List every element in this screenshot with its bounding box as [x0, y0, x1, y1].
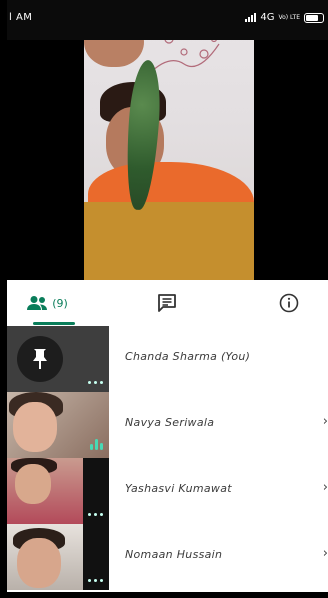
presenter-video-feed [84, 12, 254, 280]
tab-info[interactable] [269, 280, 309, 326]
speaking-indicator-icon [90, 439, 103, 450]
participant-count: (9) [52, 296, 68, 310]
chat-icon [158, 294, 176, 312]
participant-face [17, 538, 61, 588]
tab-chat[interactable] [147, 280, 187, 326]
presenter-outfit [84, 202, 254, 280]
pin-icon [33, 349, 47, 369]
info-icon [279, 293, 299, 313]
participant-thumbnail [7, 458, 109, 524]
pin-avatar [17, 336, 63, 382]
participant-row[interactable]: Chanda Sharma (You) [7, 326, 328, 392]
participant-thumbnail [7, 524, 109, 590]
more-options-icon[interactable] [88, 381, 103, 384]
participant-name: Yashasvi Kumawat [125, 482, 232, 495]
volte-indicator: Vo) LTE [278, 14, 300, 21]
more-options-icon[interactable] [88, 579, 103, 582]
status-bar: l AM 4G Vo) LTE [7, 0, 328, 40]
chevron-right-icon[interactable]: › [323, 414, 328, 429]
chevron-right-icon[interactable]: › [323, 480, 328, 495]
active-tab-indicator [33, 322, 75, 325]
participant-name: Chanda Sharma (You) [125, 350, 251, 363]
participant-name: Nomaan Hussain [125, 548, 223, 561]
participant-face [15, 464, 51, 504]
main-video[interactable] [7, 12, 328, 280]
screen-edge-left [0, 0, 7, 598]
signal-icon [245, 13, 257, 22]
participant-row[interactable]: Navya Seriwala › [7, 392, 328, 458]
chevron-right-icon[interactable]: › [323, 546, 328, 561]
people-icon [27, 296, 48, 310]
tab-people[interactable]: (9) [17, 280, 77, 326]
screen-edge-bottom [0, 592, 328, 598]
status-icons: 4G Vo) LTE [245, 12, 324, 23]
network-type: 4G [260, 12, 275, 23]
more-options-icon[interactable] [88, 513, 103, 516]
participant-thumbnail [7, 326, 109, 392]
battery-icon [304, 12, 324, 23]
participant-list: Chanda Sharma (You) Navya Seriwala › Yas… [7, 326, 328, 592]
participant-thumbnail [7, 392, 109, 458]
status-time: l AM [9, 12, 33, 23]
participant-row[interactable]: Yashasvi Kumawat › [7, 458, 328, 524]
participant-row[interactable]: Nomaan Hussain › [7, 524, 328, 590]
side-panel-tabs: (9) [7, 280, 328, 327]
participant-face [13, 402, 57, 452]
participant-name: Navya Seriwala [125, 416, 215, 429]
